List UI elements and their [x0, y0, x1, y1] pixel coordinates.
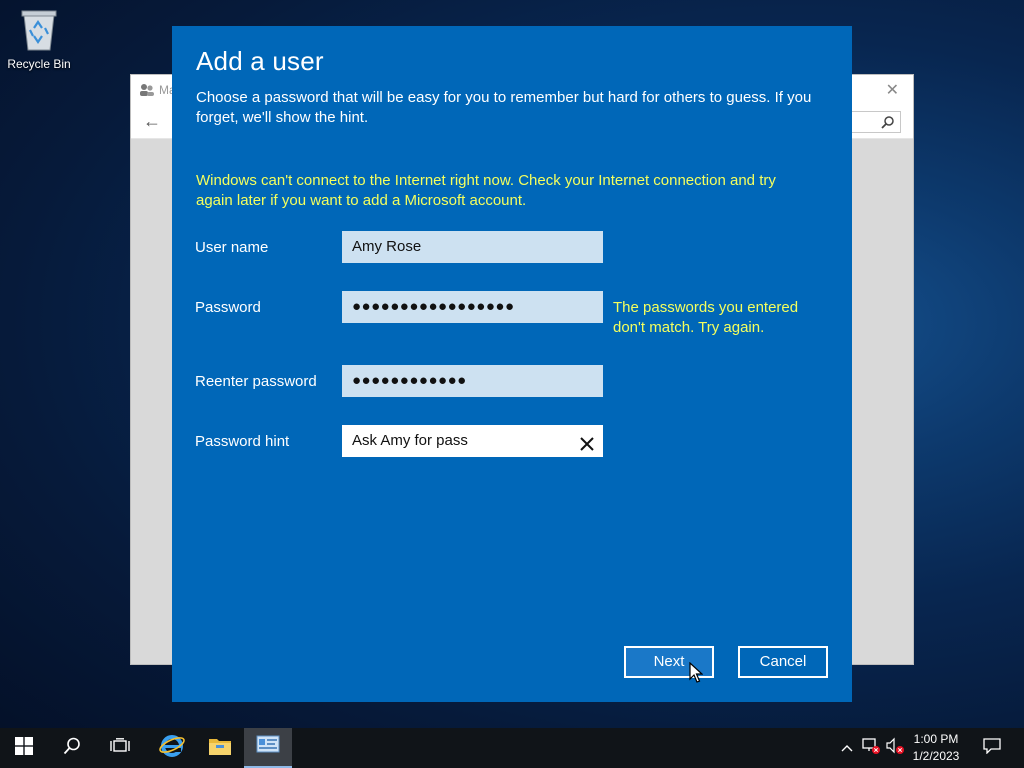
taskbar-file-explorer[interactable] — [196, 728, 244, 768]
action-center-button[interactable] — [978, 728, 1006, 768]
clear-text-icon[interactable] — [579, 432, 595, 464]
control-panel-icon — [256, 735, 280, 760]
users-icon — [139, 83, 155, 97]
search-button[interactable] — [48, 728, 96, 768]
show-hidden-icons-button[interactable] — [838, 728, 856, 768]
search-icon — [63, 737, 81, 760]
notification-icon — [983, 737, 1001, 759]
network-disconnected-icon — [861, 737, 881, 760]
folder-icon — [208, 736, 232, 761]
username-label: User name — [195, 239, 269, 256]
close-icon[interactable]: ✕ — [886, 80, 899, 100]
cancel-button[interactable]: Cancel — [738, 646, 828, 678]
password-mismatch-error: The passwords you entered don't match. T… — [613, 299, 799, 336]
taskbar-user-accounts[interactable] — [244, 728, 292, 768]
dialog-subtitle: Choose a password that will be easy for … — [196, 89, 812, 126]
password-label: Password — [195, 299, 261, 316]
taskbar: 1:00 PM 1/2/2023 — [0, 728, 1024, 768]
recycle-bin-shortcut[interactable]: Recycle Bin — [2, 6, 76, 71]
dialog-title: Add a user — [196, 46, 324, 76]
search-icon — [881, 115, 895, 134]
recycle-bin-label: Recycle Bin — [7, 57, 71, 71]
clock-date: 1/2/2023 — [912, 749, 960, 763]
password-value: ●●●●●●●●●●●●●●●●● — [352, 298, 515, 315]
network-status[interactable] — [860, 728, 882, 768]
reenter-password-label: Reenter password — [195, 373, 317, 390]
internet-explorer-icon — [159, 733, 185, 764]
volume-control[interactable] — [884, 728, 906, 768]
clock-time: 1:00 PM — [913, 732, 959, 746]
mouse-pointer-icon — [689, 661, 704, 689]
add-user-dialog: Add a user Choose a password that will b… — [172, 26, 852, 702]
task-view-button[interactable] — [96, 728, 144, 768]
password-hint-field[interactable]: Ask Amy for pass — [342, 425, 603, 457]
reenter-password-value: ●●●●●●●●●●●● — [352, 372, 467, 389]
chevron-up-icon — [841, 739, 853, 757]
reenter-password-field[interactable]: ●●●●●●●●●●●● — [342, 365, 603, 397]
speaker-muted-icon — [885, 737, 905, 760]
password-hint-value: Ask Amy for pass — [352, 432, 468, 449]
internet-warning: Windows can't connect to the Internet ri… — [196, 172, 776, 209]
username-value: Amy Rose — [352, 238, 422, 255]
windows-logo-icon — [15, 736, 33, 760]
password-hint-label: Password hint — [195, 433, 290, 450]
recycle-bin-icon — [2, 6, 76, 55]
username-field[interactable]: Amy Rose — [342, 231, 603, 263]
password-field[interactable]: ●●●●●●●●●●●●●●●●● — [342, 291, 603, 323]
taskbar-internet-explorer[interactable] — [148, 728, 196, 768]
start-button[interactable] — [0, 728, 48, 768]
task-view-icon — [110, 737, 130, 759]
taskbar-clock[interactable]: 1:00 PM 1/2/2023 — [906, 731, 966, 765]
back-arrow-icon[interactable]: ← — [143, 111, 161, 132]
